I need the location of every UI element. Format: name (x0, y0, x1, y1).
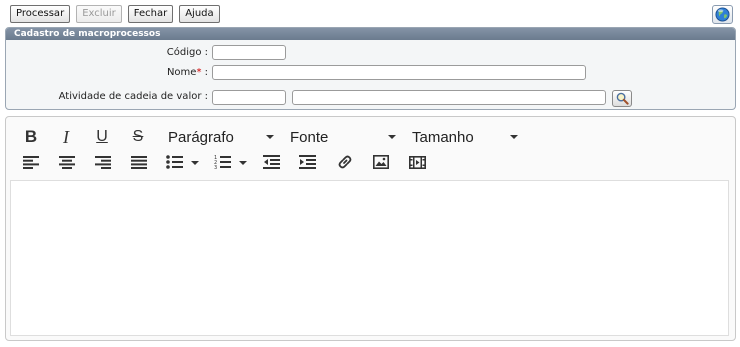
strikethrough-button[interactable]: S (128, 126, 148, 148)
paragraph-select[interactable]: Parágrafo (168, 127, 274, 147)
size-select-value: Tamanho (412, 128, 474, 146)
align-right-icon[interactable] (94, 154, 112, 170)
numbered-list-icon[interactable]: 123 (213, 153, 249, 171)
underline-label: U (96, 128, 108, 145)
code-field[interactable] (212, 45, 286, 60)
activity-code-field[interactable] (212, 90, 286, 105)
delete-button[interactable]: Excluir (76, 5, 122, 23)
align-center-icon[interactable] (58, 154, 76, 170)
activity-description-field[interactable] (292, 90, 606, 105)
svg-text:3: 3 (214, 165, 217, 170)
action-toolbar: Processar Excluir Fechar Ajuda (10, 5, 220, 23)
italic-label: I (63, 126, 69, 147)
activity-label: Atividade de cadeia de valor : (58, 91, 208, 102)
font-select[interactable]: Fonte (290, 127, 396, 147)
magnifier-icon[interactable] (612, 90, 632, 107)
font-select-value: Fonte (290, 128, 329, 146)
name-label: Nome* : (167, 67, 208, 78)
link-icon[interactable] (336, 153, 354, 171)
chevron-down-icon (510, 135, 518, 139)
editor-content-area[interactable] (10, 180, 729, 336)
chevron-down-icon (388, 135, 396, 139)
chevron-down-icon (266, 135, 274, 139)
bold-label: B (24, 127, 38, 146)
image-icon[interactable] (372, 153, 390, 171)
help-button[interactable]: Ajuda (179, 5, 220, 23)
align-justify-icon[interactable] (130, 154, 148, 170)
bold-button[interactable]: B (21, 126, 41, 148)
close-button[interactable]: Fechar (127, 5, 174, 23)
video-icon[interactable] (408, 153, 426, 171)
outdent-icon[interactable] (262, 154, 280, 170)
name-label-suffix: : (201, 67, 208, 78)
code-label: Código : (166, 47, 208, 58)
name-field[interactable] (212, 65, 586, 80)
globe-icon[interactable] (712, 5, 733, 24)
name-label-text: Nome (166, 67, 197, 78)
panel-title: Cadastro de macroprocessos (6, 28, 735, 40)
rich-text-editor: B I U S Parágrafo Fonte Tamanho 1 2 3 (5, 116, 736, 341)
size-select[interactable]: Tamanho (412, 127, 518, 147)
indent-icon[interactable] (298, 154, 316, 170)
paragraph-select-value: Parágrafo (168, 128, 234, 146)
strikethrough-label: S (132, 128, 144, 145)
align-left-icon[interactable] (22, 154, 40, 170)
macroprocess-form-panel: Cadastro de macroprocessos Código : Nome… (5, 27, 736, 110)
process-button[interactable]: Processar (10, 5, 71, 23)
underline-button[interactable]: U (92, 126, 112, 148)
italic-button[interactable]: I (56, 126, 76, 148)
editor-toolbar: B I U S Parágrafo Fonte Tamanho 1 2 3 (7, 118, 734, 180)
bullet-list-icon[interactable] (165, 154, 201, 170)
